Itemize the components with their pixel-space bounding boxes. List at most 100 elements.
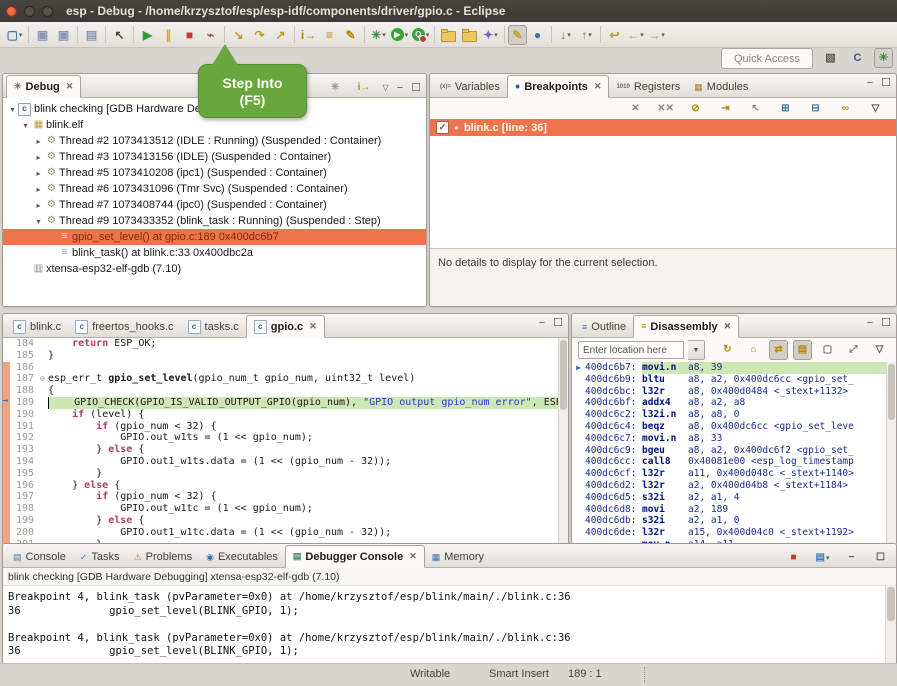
instruction-step-mode-icon[interactable]: i→ [354, 78, 375, 98]
new-wizard-icon[interactable]: ▢▾ [4, 25, 25, 45]
build-icon[interactable]: ▤ [81, 25, 102, 45]
mark-occurrences-icon[interactable]: ✎ [508, 25, 527, 45]
disassembly-row[interactable]: 400dc6bc:l32ra8, 0x400d0484 <_stext+1132… [572, 386, 887, 398]
last-edit-location-icon[interactable]: ↩ [604, 25, 625, 45]
resume-icon[interactable]: ▶ [137, 25, 158, 45]
step-return-icon[interactable]: ↗ [270, 25, 291, 45]
new-disassembly-view-icon[interactable]: ▢ [817, 340, 838, 360]
previous-annotation-icon[interactable]: ↑▾ [576, 25, 597, 45]
right-tab-variables[interactable]: (x)=Variables [433, 77, 507, 97]
debug-tab-debug[interactable]: ✳Debug✕ [6, 75, 81, 98]
code-line[interactable]: 184 return ESP_OK; [3, 338, 568, 350]
sync-selection-icon[interactable]: ⇄ [769, 340, 788, 360]
show-source-icon[interactable]: ▤ [793, 340, 812, 360]
maximize-icon[interactable]: ☐ [411, 83, 421, 94]
disassembly-tab-outline[interactable]: ≡Outline [575, 317, 633, 337]
code-line[interactable]: 190 if (level) { [3, 409, 568, 421]
remove-breakpoint-icon[interactable]: ✕ [625, 99, 646, 119]
disassembly-row[interactable]: 400dc6db:s32ia2, a1, 0 [572, 515, 887, 527]
forward-icon[interactable]: →▾ [646, 25, 667, 45]
tree-twisty-icon[interactable]: ▸ [33, 185, 44, 194]
disassembly-row[interactable]: 400dc6c4:beqza8, 0x400dc6cc <gpio_set_le… [572, 421, 887, 433]
debug-tree-item[interactable]: ≡blink_task() at blink.c:33 0x400dbc2a [3, 245, 426, 261]
tree-twisty-icon[interactable]: ▸ [33, 201, 44, 210]
step-into-icon[interactable]: ↘ [228, 25, 249, 45]
external-tools-dropdown-icon[interactable]: ▾ [494, 31, 498, 39]
disconnect-icon[interactable]: ⌁ [200, 25, 221, 45]
open-perspective-icon[interactable]: ▧ [820, 48, 841, 68]
code-line[interactable]: 186 [3, 362, 568, 374]
fold-collapse-icon[interactable]: ⊖ [37, 373, 48, 385]
console-tab-console[interactable]: ▤Console [6, 547, 73, 567]
debug-tree-item[interactable]: ≡gpio_set_level() at gpio.c:189 0x400dc6… [3, 229, 426, 245]
code-line[interactable]: 185} [3, 350, 568, 362]
maximize-icon[interactable]: ☐ [881, 318, 891, 329]
tree-twisty-icon[interactable]: ▾ [7, 105, 18, 114]
close-tab-icon[interactable]: ✕ [66, 81, 74, 92]
debug-tree-item[interactable]: ▥xtensa-esp32-elf-gdb (7.10) [3, 261, 426, 277]
next-annotation-icon[interactable]: ↓▾ [555, 25, 576, 45]
disassembly-row[interactable]: 400dc6c7:movi.na8, 33 [572, 433, 887, 445]
forward-dropdown-icon[interactable]: ▾ [661, 31, 665, 39]
minimize-icon[interactable]: − [867, 78, 873, 89]
editor-tab-gpio-c[interactable]: cgpio.c✕ [246, 315, 325, 338]
editor-tab-tasks-c[interactable]: ctasks.c [181, 317, 246, 337]
world-icon[interactable]: ● [527, 25, 548, 45]
suspend-icon[interactable]: ∥ [158, 25, 179, 45]
debug-tree-item[interactable]: ▸⚙Thread #5 1073410208 (ipc1) (Suspended… [3, 165, 426, 181]
show-debug-contexts-icon[interactable]: ≡ [319, 25, 340, 45]
disassembly-tab-disassembly[interactable]: ≡Disassembly✕ [633, 315, 739, 338]
window-minimize-button[interactable] [24, 6, 35, 17]
disassembly-listing[interactable]: ▶400dc6b7:movi.na8, 39400dc6b9:bltua8, a… [572, 362, 887, 544]
disassembly-row[interactable]: 400dc6cc:call80x40081e00 <esp_log_timest… [572, 456, 887, 468]
disassembly-row[interactable]: 400dc6c9:bgeua8, a2, 0x400dc6f2 <gpio_se… [572, 445, 887, 457]
minimize-icon[interactable]: − [841, 548, 862, 568]
code-line[interactable]: 188{ [3, 385, 568, 397]
export-icon[interactable]: ⤢ [843, 340, 864, 360]
editor-tab-blink-c[interactable]: cblink.c [6, 317, 68, 337]
close-tab-icon[interactable]: ✕ [409, 551, 417, 562]
debug-tree-item[interactable]: ▸⚙Thread #2 1073413512 (IDLE : Running) … [3, 133, 426, 149]
editor-tab-freertos-hooks-c[interactable]: cfreertos_hooks.c [68, 317, 180, 337]
step-filters-icon[interactable]: ✎ [340, 25, 361, 45]
disassembly-row[interactable]: 400dc6bf:addx4a8, a2, a8 [572, 397, 887, 409]
debug-tree-item[interactable]: ▸⚙Thread #6 1073431096 (Tmr Svc) (Suspen… [3, 181, 426, 197]
back-icon[interactable]: ←▾ [625, 25, 646, 45]
tree-twisty-icon[interactable]: ▸ [33, 137, 44, 146]
code-line[interactable]: 194 GPIO.out1_w1ts.data = (1 << (gpio_nu… [3, 456, 568, 468]
external-tools-icon[interactable]: ✦▾ [480, 25, 501, 45]
link-with-debug-view-icon[interactable]: ∞ [835, 99, 856, 119]
window-close-button[interactable] [6, 6, 17, 17]
right-tab-breakpoints[interactable]: ●Breakpoints✕ [507, 75, 610, 98]
cpp-perspective-icon[interactable]: C [847, 48, 868, 68]
code-line[interactable]: 197 if (gpio_num < 32) { [3, 491, 568, 503]
close-tab-icon[interactable]: ✕ [724, 321, 732, 332]
new-wizard-dropdown-icon[interactable]: ▾ [19, 31, 23, 39]
run-dropdown-icon[interactable]: ▾ [405, 31, 409, 39]
code-line[interactable]: 196 } else { [3, 480, 568, 492]
disassembly-row[interactable]: 400dc6de:l32ra15, 0x400d04c0 <_stext+119… [572, 527, 887, 539]
home-icon[interactable]: ⌂ [743, 340, 764, 360]
step-over-icon[interactable]: ↷ [249, 25, 270, 45]
display-selected-console-dropdown-icon[interactable]: ▾ [826, 554, 830, 562]
run-icon[interactable]: ▶▾ [389, 25, 410, 45]
close-tab-icon[interactable]: ✕ [309, 321, 317, 332]
skip-all-breakpoints-icon[interactable]: ⊘ [685, 99, 706, 119]
disassembly-row[interactable]: ▶400dc6b7:movi.na8, 39 [572, 362, 887, 374]
collapse-all-icon[interactable]: ⊟ [805, 99, 826, 119]
minimize-icon[interactable]: − [539, 318, 545, 329]
editor-scrollbar[interactable] [558, 338, 568, 544]
tree-twisty-icon[interactable]: ▸ [33, 153, 44, 162]
save-all-icon[interactable]: ▣ [53, 25, 74, 45]
profile-icon[interactable]: Q▾ [410, 25, 431, 45]
maximize-icon[interactable]: ☐ [881, 78, 891, 89]
code-line[interactable]: 200 GPIO.out1_w1tc.data = (1 << (gpio_nu… [3, 527, 568, 539]
view-menu-icon[interactable]: ▽ [383, 84, 389, 92]
disassembly-row[interactable]: 400dc6c2:l32i.na8, a8, 0 [572, 409, 887, 421]
view-menu-icon[interactable]: ▽ [869, 340, 890, 360]
disassembly-row[interactable]: 400dc6b9:bltua8, a2, 0x400dc6cc <gpio_se… [572, 374, 887, 386]
maximize-icon[interactable]: ☐ [870, 548, 891, 568]
next-annotation-dropdown-icon[interactable]: ▾ [567, 31, 571, 39]
code-line[interactable]: 192 GPIO.out_w1ts = (1 << gpio_num); [3, 432, 568, 444]
view-menu-icon[interactable]: ▽ [865, 99, 886, 119]
